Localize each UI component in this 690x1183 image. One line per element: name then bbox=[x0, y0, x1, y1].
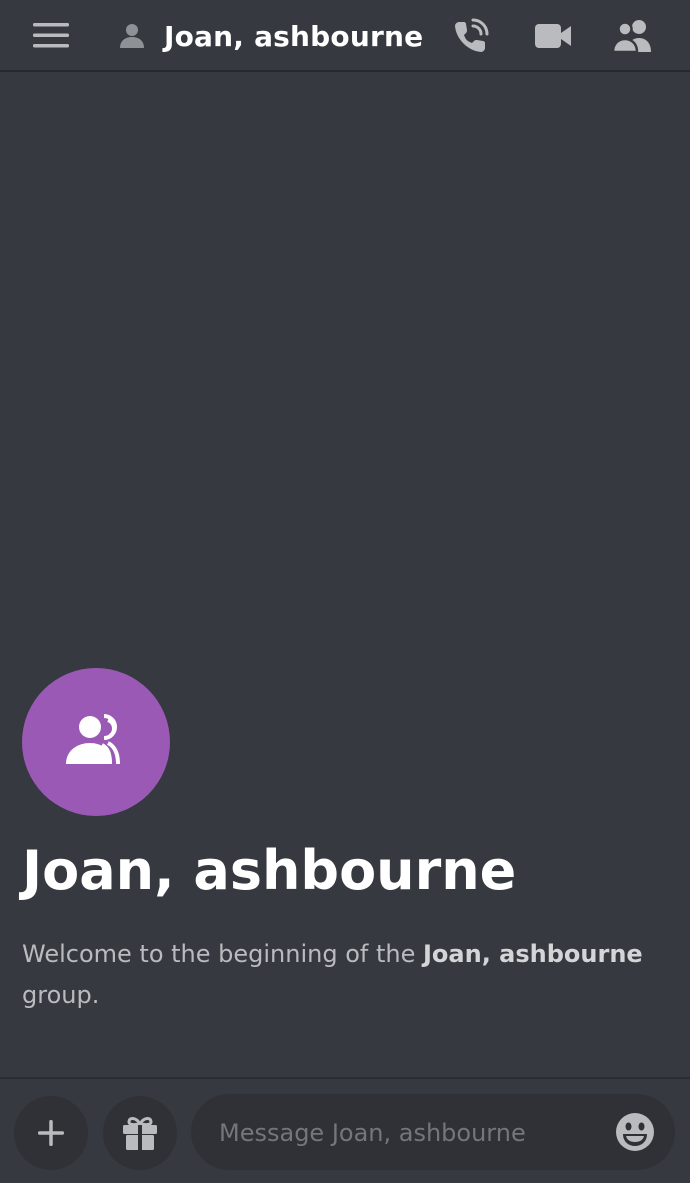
add-attachment-button[interactable] bbox=[14, 1096, 88, 1170]
voice-call-button[interactable] bbox=[449, 14, 493, 58]
message-input[interactable] bbox=[217, 1094, 601, 1172]
gift-nitro-button[interactable] bbox=[103, 1096, 177, 1170]
composer-bar bbox=[0, 1077, 690, 1183]
hamburger-menu-icon bbox=[33, 23, 69, 48]
chat-area[interactable]: Joan, ashbourne Welcome to the beginning… bbox=[0, 74, 690, 1077]
video-call-button[interactable] bbox=[531, 14, 575, 58]
plus-icon bbox=[38, 1120, 64, 1146]
channel-title[interactable]: Joan, ashbourne bbox=[118, 14, 423, 58]
message-box bbox=[191, 1094, 675, 1172]
welcome-message: Welcome to the beginning of the Joan, as… bbox=[22, 934, 662, 1016]
welcome-suffix: group. bbox=[22, 981, 100, 1009]
menu-button[interactable] bbox=[30, 18, 72, 52]
channel-title-text: Joan, ashbourne bbox=[164, 19, 424, 53]
members-icon bbox=[611, 20, 651, 54]
member-list-button[interactable] bbox=[611, 14, 655, 58]
top-bar: Joan, ashbourne bbox=[0, 0, 690, 72]
gift-icon bbox=[123, 1117, 157, 1150]
group-avatar bbox=[22, 668, 170, 816]
person-icon bbox=[120, 24, 144, 48]
group-icon bbox=[66, 714, 120, 765]
phone-call-icon bbox=[455, 18, 489, 52]
welcome-prefix: Welcome to the beginning of the bbox=[22, 940, 423, 968]
group-name-heading: Joan, ashbourne bbox=[22, 839, 517, 902]
welcome-group-name: Joan, ashbourne bbox=[423, 940, 643, 968]
emoji-icon bbox=[616, 1113, 654, 1151]
emoji-button[interactable] bbox=[615, 1112, 655, 1152]
video-camera-icon bbox=[535, 24, 571, 48]
